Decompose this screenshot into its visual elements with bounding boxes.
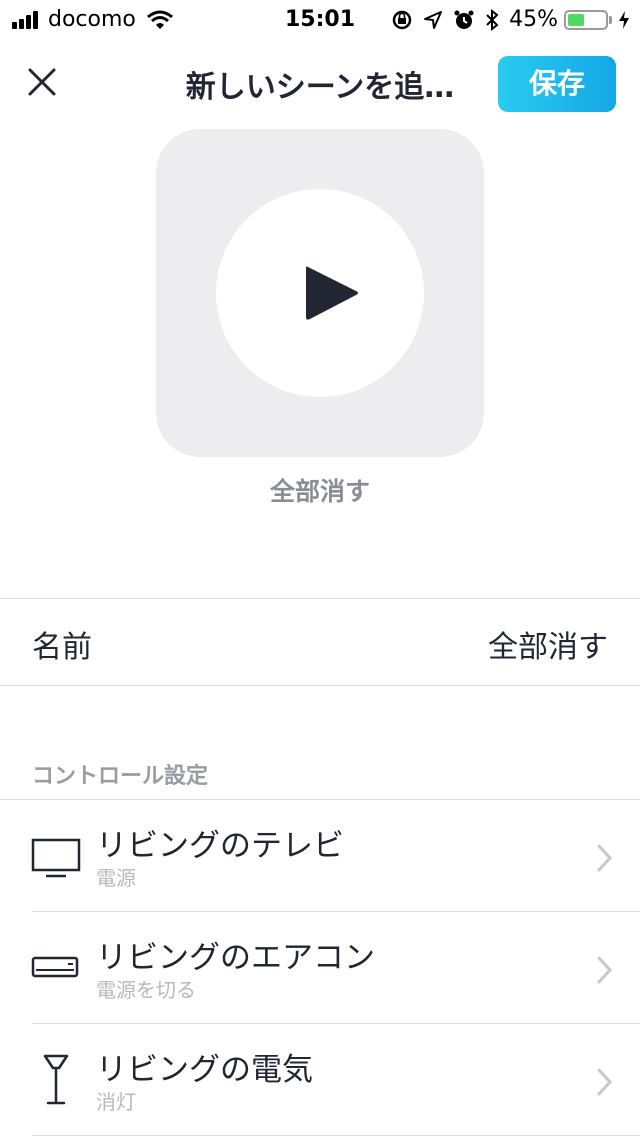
control-subtitle: 電源 <box>96 866 136 890</box>
charging-icon <box>619 10 629 29</box>
control-title: リビングの電気 <box>96 1052 313 1088</box>
section-header-controls: コントロール設定 <box>32 764 209 789</box>
name-value[interactable]: 全部消す <box>488 622 608 666</box>
page-title: 新しいシーンを追… <box>185 70 455 105</box>
name-label: 名前 <box>32 630 92 665</box>
status-bar: docomo 15:01 45% <box>0 0 640 40</box>
bluetooth-icon <box>486 8 499 31</box>
control-row-light[interactable]: リビングの電気 消灯 <box>0 1024 640 1136</box>
battery-percent: 45% <box>509 7 558 32</box>
rotation-lock-icon <box>392 10 412 29</box>
control-subtitle: 消灯 <box>96 1090 136 1114</box>
chevron-right-icon <box>597 844 613 872</box>
control-subtitle: 電源を切る <box>96 978 196 1002</box>
divider <box>0 685 640 686</box>
close-icon <box>28 68 56 96</box>
save-button[interactable]: 保存 <box>498 56 616 112</box>
cellular-signal-icon <box>12 10 40 29</box>
play-icon <box>306 266 358 320</box>
close-button[interactable] <box>26 66 58 98</box>
scene-icon-circle <box>216 189 424 397</box>
chevron-right-icon <box>597 956 613 984</box>
wifi-icon <box>146 10 173 29</box>
scene-icon-tile[interactable] <box>156 129 484 457</box>
control-title: リビングのエアコン <box>96 940 375 976</box>
floor-lamp-icon <box>43 1054 69 1105</box>
carrier-name: docomo <box>48 7 136 32</box>
control-row-tv[interactable]: リビングのテレビ 電源 <box>0 800 640 912</box>
alarm-icon <box>454 10 474 29</box>
chevron-right-icon <box>597 1068 613 1096</box>
battery-icon <box>564 9 608 30</box>
control-row-air-conditioner[interactable]: リビングのエアコン 電源を切る <box>0 912 640 1024</box>
air-conditioner-icon <box>31 956 79 978</box>
divider <box>0 598 640 599</box>
tv-icon <box>31 838 81 878</box>
control-title: リビングのテレビ <box>96 828 344 864</box>
location-icon <box>424 10 443 29</box>
scene-name-caption: 全部消す <box>269 477 370 506</box>
